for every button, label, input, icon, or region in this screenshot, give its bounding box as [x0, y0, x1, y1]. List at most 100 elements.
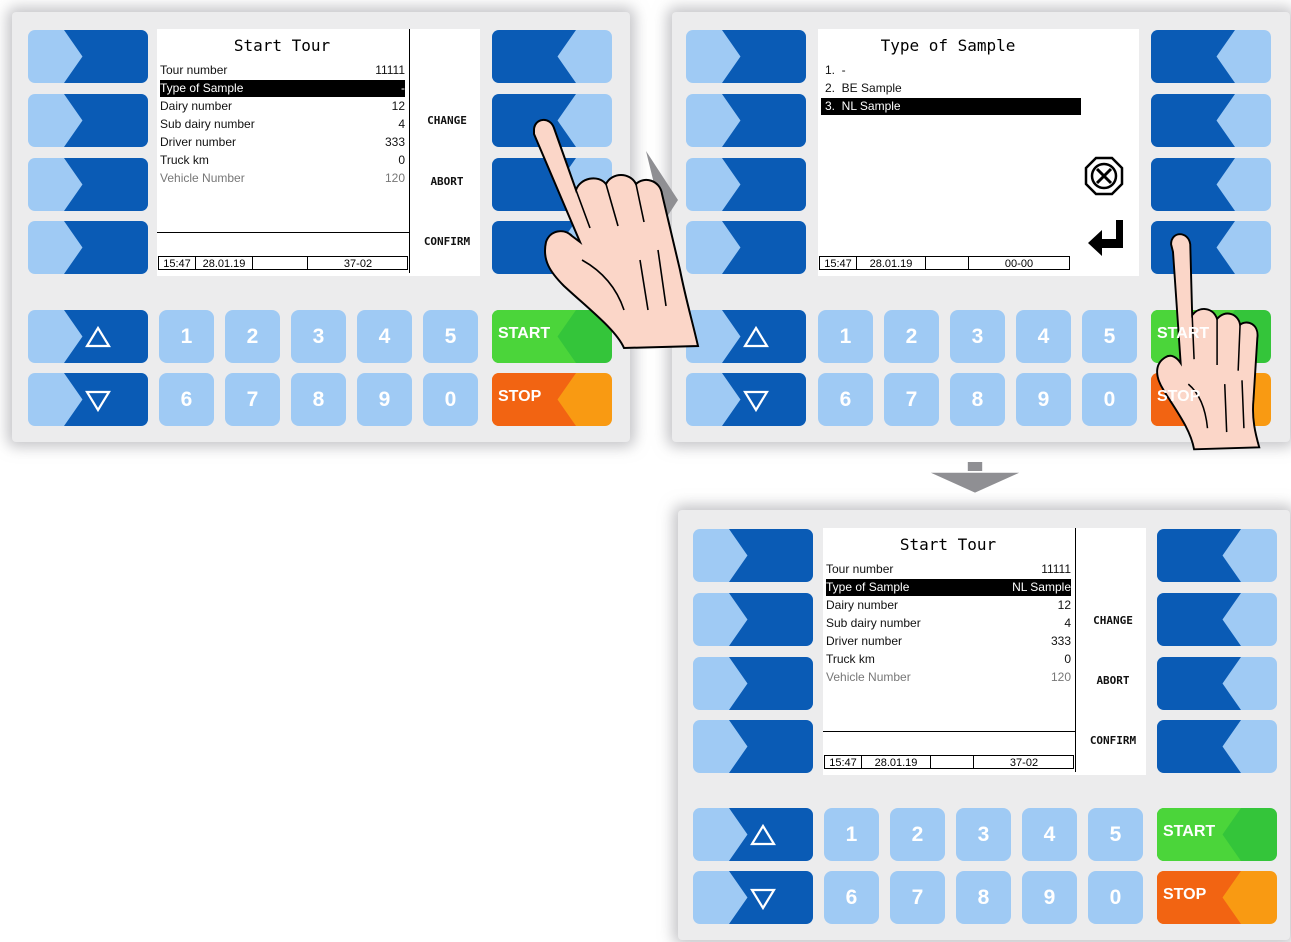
digit-key-5[interactable]: 5 [1082, 310, 1137, 363]
triangle-down-icon [750, 888, 776, 911]
stop-label: STOP [1157, 388, 1201, 405]
left-softkey-4[interactable] [693, 720, 813, 773]
digit-key-7[interactable]: 7 [884, 373, 939, 426]
right-softkey-1[interactable] [1151, 30, 1271, 83]
left-softkey-1[interactable] [686, 30, 806, 83]
row-sub-dairy-number[interactable]: Sub dairy number 4 [826, 615, 1071, 632]
row-truck-km[interactable]: Truck km 0 [826, 651, 1071, 668]
digit-key-5[interactable]: 5 [1088, 808, 1143, 861]
digit-key-5[interactable]: 5 [423, 310, 478, 363]
divider [409, 29, 410, 273]
row-driver-number[interactable]: Driver number 333 [826, 633, 1071, 650]
digit-key-2[interactable]: 2 [884, 310, 939, 363]
digit-key-3[interactable]: 3 [956, 808, 1011, 861]
left-softkey-3[interactable] [686, 158, 806, 211]
digit-key-8[interactable]: 8 [291, 373, 346, 426]
arrow-up-button[interactable] [693, 808, 813, 861]
row-driver-number[interactable]: Driver number 333 [160, 134, 405, 151]
row-tour-number[interactable]: Tour number 11111 [160, 62, 405, 79]
triangle-down-icon [85, 390, 111, 413]
display-screen: Start Tour Tour number 11111 Type of Samp… [157, 29, 480, 276]
right-softkey-cancel[interactable] [1151, 158, 1271, 211]
row-tour-number[interactable]: Tour number 11111 [826, 561, 1071, 578]
row-type-of-sample[interactable]: Type of Sample - [160, 80, 405, 97]
digit-key-4[interactable]: 4 [1022, 808, 1077, 861]
digit-key-6[interactable]: 6 [824, 871, 879, 924]
status-bar: 15:47 28.01.19 37-02 [158, 256, 408, 270]
digit-key-9[interactable]: 9 [1022, 871, 1077, 924]
left-softkey-4[interactable] [28, 221, 148, 274]
arrow-down-button[interactable] [686, 373, 806, 426]
status-code: 37-02 [1009, 757, 1039, 769]
left-softkey-1[interactable] [693, 529, 813, 582]
digit-key-7[interactable]: 7 [890, 871, 945, 924]
arrow-up-button[interactable] [686, 310, 806, 363]
digit-key-6[interactable]: 6 [159, 373, 214, 426]
arrow-down-button[interactable] [693, 871, 813, 924]
right-softkey-1[interactable] [1157, 529, 1277, 582]
digit-key-8[interactable]: 8 [956, 871, 1011, 924]
row-type-of-sample[interactable]: Type of Sample NL Sample [826, 579, 1071, 596]
left-softkey-3[interactable] [693, 657, 813, 710]
right-softkey-confirm[interactable] [1157, 720, 1277, 773]
digit-key-1[interactable]: 1 [824, 808, 879, 861]
digit-key-3[interactable]: 3 [950, 310, 1005, 363]
left-softkey-3[interactable] [28, 158, 148, 211]
digit-key-6[interactable]: 6 [818, 373, 873, 426]
triangle-up-icon [750, 823, 776, 846]
softkey-label-change: CHANGE [1093, 614, 1133, 627]
digit-key-0[interactable]: 0 [423, 373, 478, 426]
digit-key-0[interactable]: 0 [1088, 871, 1143, 924]
softkey-label-abort: ABORT [430, 175, 464, 188]
softkey-label-change: CHANGE [427, 114, 467, 127]
status-date: 28.01.19 [874, 757, 918, 769]
right-softkey-1[interactable] [492, 30, 612, 83]
digit-key-9[interactable]: 9 [1016, 373, 1071, 426]
row-truck-km[interactable]: Truck km 0 [160, 152, 405, 169]
digit-key-3[interactable]: 3 [291, 310, 346, 363]
left-softkey-2[interactable] [686, 94, 806, 147]
left-softkey-2[interactable] [693, 593, 813, 646]
left-softkey-2[interactable] [28, 94, 148, 147]
flow-arrow-down-icon [930, 462, 1020, 493]
screen-title: Start Tour [899, 535, 997, 554]
digit-key-2[interactable]: 2 [890, 808, 945, 861]
start-button[interactable]: START [1157, 808, 1277, 861]
cancel-icon[interactable] [1084, 156, 1124, 196]
arrow-down-button[interactable] [28, 373, 148, 426]
row-sub-dairy-number[interactable]: Sub dairy number 4 [160, 116, 405, 133]
digit-key-9[interactable]: 9 [357, 373, 412, 426]
right-softkey-abort[interactable] [1157, 657, 1277, 710]
left-softkey-4[interactable] [686, 221, 806, 274]
stop-button[interactable]: STOP [1157, 871, 1277, 924]
status-date: 28.01.19 [869, 258, 913, 270]
digit-key-4[interactable]: 4 [1016, 310, 1071, 363]
stop-button[interactable]: STOP [492, 373, 612, 426]
enter-icon[interactable] [1086, 217, 1126, 259]
arrow-up-button[interactable] [28, 310, 148, 363]
screen-title: Start Tour [233, 36, 331, 55]
right-softkey-change[interactable] [1157, 593, 1277, 646]
softkey-label-confirm: CONFIRM [423, 235, 471, 248]
list-item[interactable]: 2. BE Sample [821, 80, 1081, 97]
stop-label: STOP [1163, 886, 1207, 903]
list-item[interactable]: 1. - [821, 62, 1081, 79]
row-dairy-number[interactable]: Dairy number 12 [826, 597, 1071, 614]
digit-key-2[interactable]: 2 [225, 310, 280, 363]
digit-key-4[interactable]: 4 [357, 310, 412, 363]
display-screen: Start Tour Tour number 11111 Type of Samp… [823, 528, 1146, 775]
start-label: START [1163, 823, 1216, 840]
digit-key-1[interactable]: 1 [159, 310, 214, 363]
row-vehicle-number: Vehicle Number 120 [160, 171, 405, 185]
list-item-selected[interactable]: 3. NL Sample [821, 98, 1081, 115]
digit-key-0[interactable]: 0 [1082, 373, 1137, 426]
left-softkey-1[interactable] [28, 30, 148, 83]
digit-key-1[interactable]: 1 [818, 310, 873, 363]
display-screen: Type of Sample 1. - 2. BE Sample 3. NL S… [818, 29, 1139, 276]
pointing-hand-icon [533, 119, 700, 350]
digit-key-7[interactable]: 7 [225, 373, 280, 426]
digit-key-8[interactable]: 8 [950, 373, 1005, 426]
right-softkey-2[interactable] [1151, 94, 1271, 147]
start-label: START [1157, 325, 1210, 342]
row-dairy-number[interactable]: Dairy number 12 [160, 98, 405, 115]
